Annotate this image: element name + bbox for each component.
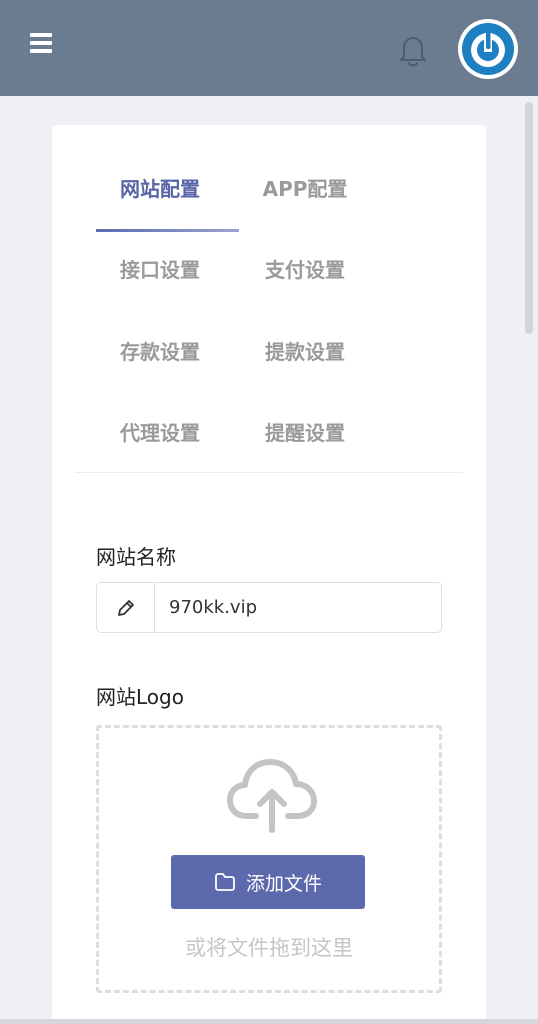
drop-hint-text: 或将文件拖到这里	[185, 936, 353, 960]
bottom-edge	[0, 1019, 538, 1024]
folder-icon	[215, 873, 235, 891]
tab-withdrawal-settings[interactable]: 提款设置	[234, 330, 376, 370]
site-name-input[interactable]	[155, 583, 441, 632]
tabs-divider	[75, 472, 463, 473]
tab-reminder-settings[interactable]: 提醒设置	[234, 411, 376, 451]
active-tab-indicator	[96, 229, 239, 232]
add-file-button[interactable]: 添加文件	[171, 855, 365, 909]
site-name-label: 网站名称	[96, 545, 176, 569]
hamburger-menu-icon[interactable]	[30, 33, 54, 55]
bell-icon[interactable]	[396, 33, 430, 69]
tab-api-settings[interactable]: 接口设置	[89, 248, 231, 288]
tab-website-config[interactable]: 网站配置	[89, 167, 231, 207]
top-bar	[0, 0, 538, 96]
site-logo-label: 网站Logo	[96, 685, 184, 709]
tab-deposit-settings[interactable]: 存款设置	[89, 330, 231, 370]
tab-payment-settings[interactable]: 支付设置	[234, 248, 376, 288]
cloud-upload-icon	[226, 754, 318, 834]
tab-app-config[interactable]: APP配置	[234, 167, 376, 207]
power-icon[interactable]	[458, 19, 518, 79]
pencil-icon	[97, 583, 155, 632]
scrollbar-thumb[interactable]	[525, 102, 533, 334]
site-name-input-group	[96, 582, 442, 633]
add-file-label: 添加文件	[245, 872, 322, 895]
logo-dropzone[interactable]: 添加文件 或将文件拖到这里	[96, 725, 442, 993]
settings-card: 网站配置 APP配置 接口设置 支付设置 存款设置 提款设置 代理设置 提醒设置…	[52, 125, 486, 1024]
tab-agent-settings[interactable]: 代理设置	[89, 411, 231, 451]
